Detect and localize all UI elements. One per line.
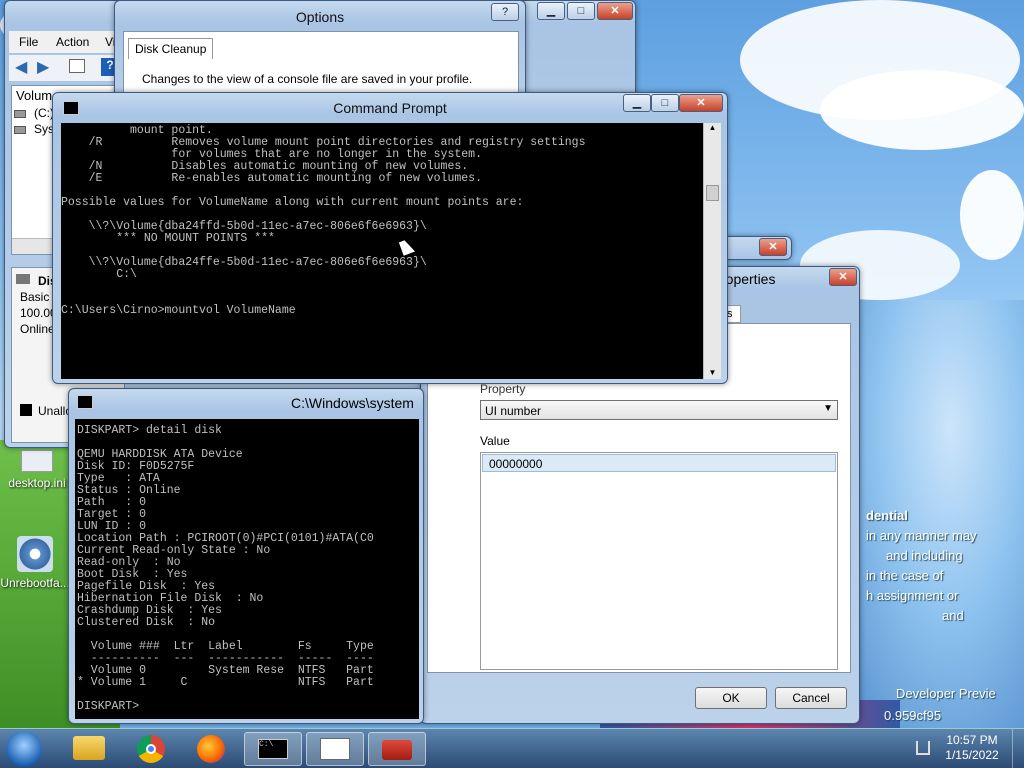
console-line: Possible values for VolumeName along wit…	[61, 196, 524, 209]
disk-type: Basic	[20, 290, 50, 304]
menu-bar: File Action Vi	[9, 31, 129, 53]
taskbar: C:\ 10:57 PM 1/15/2022	[0, 728, 1024, 768]
wallpaper-line: in any manner may	[866, 528, 977, 543]
taskbar-explorer-icon[interactable]	[60, 732, 118, 766]
unallocated-legend: Unallo	[38, 404, 73, 418]
network-tray-icon[interactable]	[916, 741, 930, 755]
taskbar-chrome-icon[interactable]	[122, 732, 180, 766]
desktop-icon-label: Unrebootfa...	[0, 576, 70, 590]
menu-file[interactable]: File	[19, 35, 38, 49]
diskpart-title: C:\Windows\system	[291, 395, 414, 411]
desktop-icon-unrebootfa[interactable]: Unrebootfa...	[0, 536, 70, 590]
menu-action[interactable]: Action	[56, 35, 89, 49]
file-icon	[21, 450, 53, 472]
volume-row-c[interactable]: (C:)	[34, 106, 54, 120]
taskbar-toolbox-icon[interactable]	[368, 732, 426, 766]
clock[interactable]: 10:57 PM 1/15/2022	[940, 733, 1004, 763]
minimize-button[interactable]: ▁	[623, 94, 651, 112]
toolbar: ◀ ▶ ?	[9, 55, 129, 81]
console-line: Clustered Disk : No	[77, 616, 216, 629]
wallpaper-text: dential in any manner may and including …	[866, 506, 1024, 626]
cmd-console[interactable]: mount point. /R Removes volume mount poi…	[61, 123, 703, 379]
background-dialog-frame[interactable]: ✕	[720, 236, 792, 260]
close-button[interactable]: ✕	[759, 238, 787, 256]
wallpaper-line: and	[942, 608, 964, 623]
wallpaper-line: in the case of	[866, 568, 944, 583]
chevron-down-icon: ▼	[823, 403, 833, 414]
command-prompt-window[interactable]: Command Prompt ▁ □ ✕ mount point. /R Rem…	[52, 92, 728, 384]
desktop-icon-label: desktop.ini	[8, 476, 66, 490]
console-line: C:\	[61, 268, 137, 281]
desktop-icon-desktop-ini[interactable]: desktop.ini	[2, 450, 72, 490]
console-line: C:\Users\Cirno>mountvol VolumeName	[61, 304, 296, 317]
wallpaper-line: h assignment or	[866, 588, 959, 603]
start-button-icon[interactable]	[6, 731, 42, 767]
property-dropdown[interactable]: UI number ▼	[480, 400, 838, 420]
console-icon	[77, 395, 93, 409]
developer-preview-text: Developer Previe	[896, 686, 996, 701]
taskbar-mmc-icon[interactable]	[306, 732, 364, 766]
property-label: Property	[480, 382, 526, 396]
clock-time: 10:57 PM	[946, 733, 998, 747]
help-button[interactable]: ?	[491, 3, 519, 21]
value-item[interactable]: 00000000	[482, 454, 836, 472]
ok-button[interactable]: OK	[695, 687, 767, 709]
show-desktop-button[interactable]	[1012, 729, 1024, 768]
value-list[interactable]: 00000000	[480, 452, 838, 670]
value-label: Value	[480, 434, 510, 448]
close-button[interactable]: ✕	[597, 2, 633, 20]
console-line: DISKPART> detail disk	[77, 424, 222, 437]
property-selected: UI number	[485, 404, 542, 418]
forward-arrow-icon[interactable]: ▶	[37, 57, 49, 77]
close-button[interactable]: ✕	[829, 268, 857, 286]
unallocated-swatch	[20, 404, 32, 416]
properties-title: roperties	[721, 271, 776, 287]
diskpart-window[interactable]: C:\Windows\system DISKPART> detail disk …	[68, 388, 424, 724]
scroll-up-icon[interactable]: ▲	[704, 123, 721, 132]
console-line: DISKPART>	[77, 700, 140, 713]
maximize-button[interactable]: □	[567, 2, 595, 20]
maximize-button[interactable]: □	[651, 94, 679, 112]
build-text: 0.959cf95	[884, 708, 942, 723]
back-arrow-icon[interactable]: ◀	[15, 57, 27, 77]
disk-status: Online	[20, 322, 55, 336]
scroll-thumb[interactable]	[706, 185, 719, 201]
options-description: Changes to the view of a console file ar…	[142, 72, 473, 86]
wallpaper-line: and including	[886, 548, 963, 563]
cancel-button[interactable]: Cancel	[775, 687, 847, 709]
column-header-volume[interactable]: Volum	[16, 88, 52, 103]
scroll-down-icon[interactable]: ▼	[704, 368, 721, 377]
tab-disk-cleanup[interactable]: Disk Cleanup	[128, 38, 214, 59]
disk-icon	[16, 274, 30, 284]
console-line: * Volume 1 C NTFS Part	[77, 676, 374, 689]
drive-icon	[14, 110, 26, 118]
console-line: /E Re-enables automatic mounting of new …	[61, 172, 482, 185]
drive-icon	[14, 126, 26, 134]
close-button[interactable]: ✕	[679, 94, 723, 112]
wallpaper-line: dential	[866, 508, 908, 523]
taskbar-cmd-icon[interactable]: C:\	[244, 732, 302, 766]
gear-icon	[17, 536, 53, 572]
diskpart-console[interactable]: DISKPART> detail disk QEMU HARDDISK ATA …	[75, 419, 419, 719]
console-line: \\?\Volume{dba24ffe-5b0d-11ec-a7ec-806e6…	[61, 256, 427, 269]
clock-date: 1/15/2022	[945, 748, 999, 762]
console-tree-icon[interactable]	[69, 59, 85, 73]
console-line: *** NO MOUNT POINTS ***	[61, 232, 275, 245]
taskbar-firefox-icon[interactable]	[182, 732, 240, 766]
options-title: Options	[295, 9, 345, 25]
vertical-scrollbar[interactable]: ▲ ▼	[703, 123, 721, 379]
minimize-button[interactable]: ▁	[537, 2, 565, 20]
